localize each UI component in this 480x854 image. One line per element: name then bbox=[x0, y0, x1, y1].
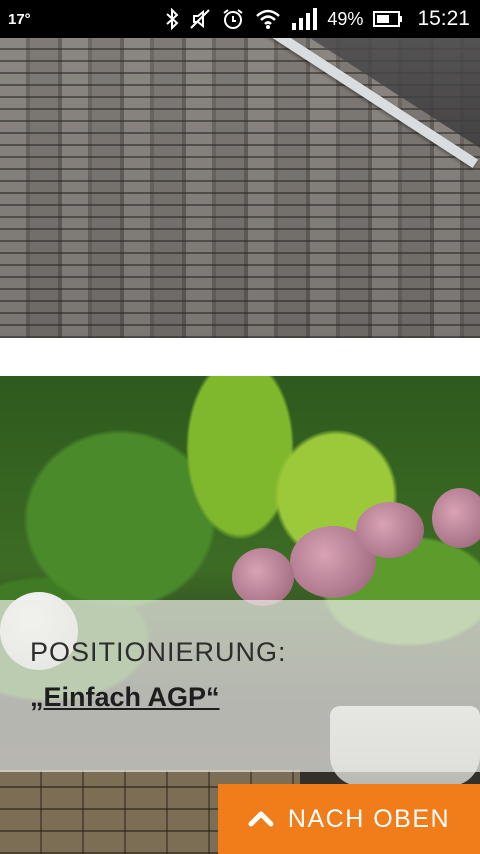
flower bbox=[232, 548, 294, 606]
bluetooth-icon bbox=[165, 8, 179, 30]
brick-wall-photo bbox=[0, 38, 480, 338]
battery-percent: 49% bbox=[327, 8, 364, 29]
flower bbox=[356, 502, 424, 558]
back-to-top-button[interactable]: NACH OBEN bbox=[218, 784, 480, 854]
battery-icon bbox=[373, 10, 403, 28]
chevron-up-icon bbox=[248, 805, 274, 834]
signal-icon bbox=[291, 7, 318, 31]
status-icons: 49% 15:21 bbox=[165, 7, 470, 31]
caption-link[interactable]: „Einfach AGP“ bbox=[30, 682, 220, 713]
status-bar: 17° 49% 15:21 bbox=[0, 0, 480, 38]
alarm-icon bbox=[221, 7, 245, 31]
status-time: 15:21 bbox=[417, 7, 470, 30]
caption-heading: POSITIONIERUNG: bbox=[30, 637, 287, 667]
back-to-top-label: NACH OBEN bbox=[287, 804, 451, 833]
flower bbox=[432, 488, 480, 548]
roof-tiles bbox=[310, 38, 480, 148]
status-temperature: 17° bbox=[8, 10, 31, 28]
mute-icon bbox=[189, 8, 211, 30]
wifi-icon bbox=[255, 8, 281, 30]
